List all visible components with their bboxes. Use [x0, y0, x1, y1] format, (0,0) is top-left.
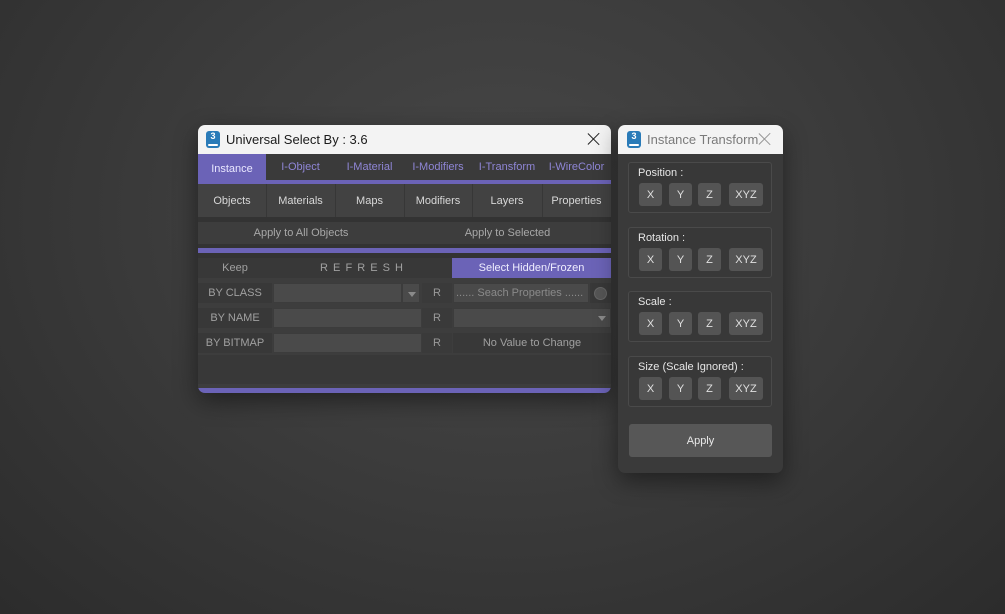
- size-group: Size (Scale Ignored) : X Y Z XYZ: [628, 356, 772, 407]
- title-bar[interactable]: 3 Universal Select By : 3.6: [198, 125, 611, 154]
- refresh-row: Keep R E F R E S H Select Hidden/Frozen: [198, 258, 611, 278]
- scale-y-button[interactable]: Y: [669, 312, 692, 335]
- by-bitmap-label: BY BITMAP: [198, 333, 272, 353]
- radio-icon: [594, 286, 607, 300]
- app-icon-glyph: 3: [631, 131, 637, 141]
- by-class-row: BY CLASS R ...... Seach Properties .....…: [198, 283, 611, 303]
- scale-group: Scale : X Y Z XYZ: [628, 291, 772, 342]
- close-icon[interactable]: [757, 131, 773, 147]
- by-bitmap-row: BY BITMAP R No Value to Change: [198, 333, 611, 353]
- class-dropdown-toggle[interactable]: [402, 283, 420, 303]
- universal-select-window: 3 Universal Select By : 3.6 Instance I-O…: [198, 125, 611, 393]
- by-class-label: BY CLASS: [198, 283, 272, 303]
- position-label: Position :: [638, 167, 684, 179]
- tab-modifiers[interactable]: Modifiers: [404, 184, 473, 217]
- tab-maps[interactable]: Maps: [335, 184, 405, 217]
- rotation-z-button[interactable]: Z: [698, 248, 721, 271]
- by-name-label: BY NAME: [198, 308, 272, 328]
- tab-properties[interactable]: Properties: [542, 184, 611, 217]
- rotation-xyz-button[interactable]: XYZ: [729, 248, 763, 271]
- tab-layers[interactable]: Layers: [472, 184, 543, 217]
- by-name-row: BY NAME R: [198, 308, 611, 328]
- tab-i-modifiers[interactable]: I-Modifiers: [404, 154, 472, 180]
- apply-row: Apply to All Objects Apply to Selected: [198, 222, 611, 244]
- keep-button[interactable]: Keep: [198, 258, 272, 278]
- size-x-button[interactable]: X: [639, 377, 662, 400]
- rotation-y-button[interactable]: Y: [669, 248, 692, 271]
- size-z-button[interactable]: Z: [698, 377, 721, 400]
- tab-i-transform[interactable]: I-Transform: [472, 154, 542, 180]
- window-title: Universal Select By : 3.6: [226, 132, 368, 147]
- class-r-button[interactable]: R: [422, 283, 452, 303]
- scale-xyz-button[interactable]: XYZ: [729, 312, 763, 335]
- class-dropdown[interactable]: [273, 283, 402, 303]
- apply-to-all-button[interactable]: Apply to All Objects: [198, 222, 404, 244]
- tab-i-object[interactable]: I-Object: [266, 154, 335, 180]
- position-group: Position : X Y Z XYZ: [628, 162, 772, 213]
- close-icon[interactable]: [586, 131, 602, 147]
- select-hidden-frozen-button[interactable]: Select Hidden/Frozen: [452, 258, 611, 278]
- apply-button[interactable]: Apply: [629, 424, 772, 457]
- size-xyz-button[interactable]: XYZ: [729, 377, 763, 400]
- position-y-button[interactable]: Y: [669, 183, 692, 206]
- scale-z-button[interactable]: Z: [698, 312, 721, 335]
- accent-bar-bottom: [198, 388, 611, 393]
- no-value-label: No Value to Change: [453, 333, 611, 353]
- search-properties-field[interactable]: ...... Seach Properties ......: [453, 283, 589, 303]
- scale-x-button[interactable]: X: [639, 312, 662, 335]
- tab-i-wirecolor[interactable]: I-WireColor: [542, 154, 611, 180]
- apply-to-selected-button[interactable]: Apply to Selected: [404, 222, 611, 244]
- rotation-group: Rotation : X Y Z XYZ: [628, 227, 772, 278]
- position-x-button[interactable]: X: [639, 183, 662, 206]
- status-area: [198, 355, 611, 384]
- name-input[interactable]: [273, 308, 422, 328]
- position-xyz-button[interactable]: XYZ: [729, 183, 763, 206]
- scale-label: Scale :: [638, 296, 672, 308]
- property-value-dropdown[interactable]: [453, 308, 611, 328]
- search-toggle[interactable]: [590, 283, 611, 303]
- size-y-button[interactable]: Y: [669, 377, 692, 400]
- chevron-down-icon: [598, 316, 606, 321]
- tab-row-primary: Instance I-Object I-Material I-Modifiers…: [198, 154, 611, 184]
- instance-transform-window: 3 Instance Transform Position : X Y Z XY…: [618, 125, 783, 473]
- app-icon: 3: [206, 131, 220, 148]
- bitmap-input[interactable]: [273, 333, 422, 353]
- window-title: Instance Transform: [647, 132, 759, 147]
- size-label: Size (Scale Ignored) :: [638, 361, 744, 373]
- rotation-x-button[interactable]: X: [639, 248, 662, 271]
- tab-objects[interactable]: Objects: [198, 184, 267, 217]
- name-r-button[interactable]: R: [422, 308, 452, 328]
- position-z-button[interactable]: Z: [698, 183, 721, 206]
- rotation-label: Rotation :: [638, 232, 686, 244]
- tab-materials[interactable]: Materials: [266, 184, 336, 217]
- title-bar[interactable]: 3 Instance Transform: [618, 125, 783, 154]
- tab-i-material[interactable]: I-Material: [335, 154, 404, 180]
- tab-instance[interactable]: Instance: [198, 154, 266, 184]
- tab-row-secondary: Objects Materials Maps Modifiers Layers …: [198, 184, 611, 217]
- refresh-button[interactable]: R E F R E S H: [272, 258, 452, 278]
- app-icon: 3: [627, 131, 641, 148]
- app-icon-glyph: 3: [210, 131, 216, 141]
- chevron-down-icon: [408, 292, 416, 297]
- bitmap-r-button[interactable]: R: [422, 333, 452, 353]
